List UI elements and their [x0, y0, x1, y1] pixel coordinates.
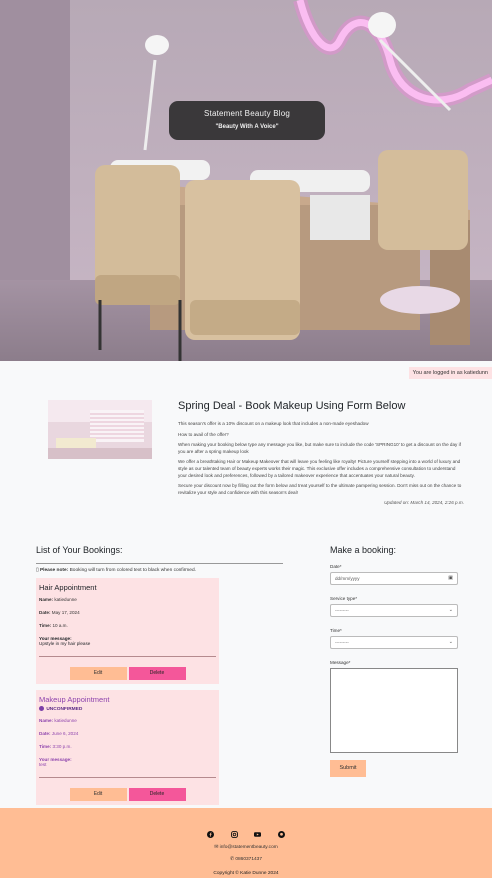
github-icon[interactable] [277, 825, 285, 839]
site-tagline: "Beauty With A Voice" [215, 124, 279, 130]
youtube-icon[interactable] [254, 825, 262, 838]
booking-time: Time: 3:30 p.m. [39, 743, 72, 749]
login-status: You are logged in as katiedunn [408, 367, 492, 379]
social-links [0, 820, 492, 839]
bookings-list: List of Your Bookings: ▯ Please note: Bo… [36, 545, 283, 811]
status-badge: UNCONFIRMED [39, 706, 216, 712]
booking-date: Date: June 6, 2024 [39, 730, 79, 736]
bookings-heading: List of Your Bookings: [36, 545, 283, 564]
booking-message: Upstyle in my hair please [39, 641, 91, 646]
article-thumbnail [48, 400, 152, 459]
booking-name: Name: katiedunne [39, 717, 77, 723]
copyright: Copyright © Katie Dunne 2024 [213, 871, 279, 876]
booking-actions: Edit Delete [39, 656, 216, 680]
time-label: Time* [330, 628, 342, 633]
booking-form: Make a booking: Date* dd/mm/yyyy ▣ Servi… [330, 545, 458, 777]
delete-button[interactable]: Delete [128, 787, 186, 801]
booking-date: Date: May 17, 2024 [39, 610, 80, 615]
booking-card: Makeup Appointment UNCONFIRMED Name: kat… [36, 690, 219, 805]
service-value: --------- [335, 608, 349, 613]
booking-name: Name: katiedunne [39, 597, 77, 602]
message-textarea[interactable] [330, 668, 458, 753]
edit-button[interactable]: Edit [69, 667, 127, 680]
hero-banner: Statement Beauty Blog "Beauty With A Voi… [169, 101, 325, 140]
article-paragraph: This season's offer is a 10% discount on… [178, 421, 369, 426]
article-paragraph: We offer a breathtaking Hair or Makeup M… [178, 459, 461, 478]
envelope-icon: ✉ [214, 845, 219, 850]
booking-time: Time: 10 a.m. [39, 623, 68, 628]
hero-image: Statement Beauty Blog "Beauty With A Voi… [0, 0, 492, 361]
booking-note: ▯ Please note: Booking will turn from co… [36, 568, 283, 573]
booking-message: test [39, 761, 47, 767]
instagram-icon[interactable] [230, 825, 238, 839]
service-label: Service type* [330, 596, 358, 601]
salon-scene-illustration [0, 0, 492, 361]
phone-icon: ✆ [229, 857, 234, 862]
note-label: Please note: [39, 568, 69, 573]
article-paragraph: How to avail of the offer? [178, 431, 229, 437]
updated-timestamp: Updated on: March 14, 2024, 2:26 p.m. [384, 500, 464, 506]
time-value: --------- [335, 640, 349, 645]
booking-actions: Edit Delete [39, 776, 216, 801]
submit-button[interactable]: Submit [330, 760, 366, 777]
info-icon: ▯ [36, 568, 39, 573]
message-label: Message* [330, 660, 351, 665]
booking-title: Makeup Appointment [39, 695, 110, 704]
article-paragraph: When making your booking below type any … [178, 442, 461, 454]
service-select[interactable]: --------- ⌄ [330, 604, 458, 617]
date-placeholder: dd/mm/yyyy [335, 576, 360, 581]
note-text: Booking will turn from colored text to b… [68, 568, 196, 573]
date-label: Date* [330, 564, 342, 569]
article: Spring Deal - Book Makeup Using Form Bel… [178, 400, 464, 505]
time-select[interactable]: --------- ⌄ [330, 636, 458, 649]
article-title: Spring Deal - Book Makeup Using Form Bel… [178, 400, 406, 412]
chevron-down-icon: ⌄ [448, 639, 453, 645]
footer: ✉ info@statementbeauty.com ✆ 0860371437 … [0, 808, 492, 878]
date-field[interactable]: dd/mm/yyyy ▣ [330, 572, 458, 585]
chevron-down-icon: ⌄ [448, 607, 453, 613]
facebook-icon[interactable] [207, 825, 215, 839]
phone-number: 0860371437 [235, 857, 263, 862]
edit-button[interactable]: Edit [69, 787, 127, 801]
email-link[interactable]: info@statementbeauty.com [220, 845, 278, 850]
footer-email: ✉ info@statementbeauty.com [0, 845, 492, 850]
article-paragraph: Secure your discount now by filling out … [178, 483, 462, 495]
status-dot-icon [39, 706, 44, 711]
booking-title: Hair Appointment [39, 583, 97, 592]
form-heading: Make a booking: [330, 545, 397, 555]
booking-card: Hair Appointment Name: katiedunne Date: … [36, 578, 219, 684]
delete-button[interactable]: Delete [128, 667, 186, 680]
calendar-icon[interactable]: ▣ [448, 573, 453, 584]
site-title[interactable]: Statement Beauty Blog [169, 109, 325, 118]
footer-phone: ✆ 0860371437 [0, 857, 492, 862]
